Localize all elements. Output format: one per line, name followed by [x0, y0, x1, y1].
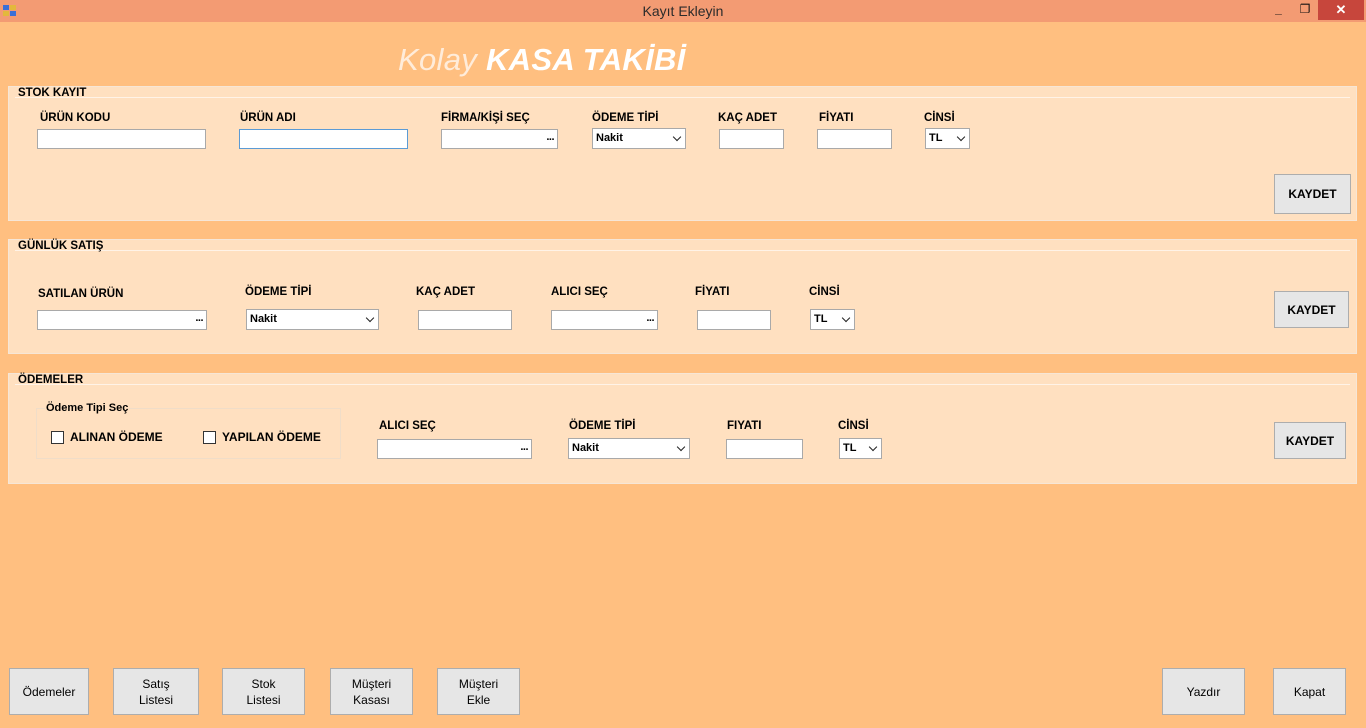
alici-sec-picker[interactable]: ... [551, 310, 658, 330]
musteri-kasasi-button[interactable]: Müşteri Kasası [330, 668, 413, 715]
odemeler-button[interactable]: Ödemeler [9, 668, 89, 715]
group-line [15, 97, 1350, 98]
chevron-down-icon [868, 442, 878, 452]
firma-kisi-picker[interactable]: ... [441, 129, 558, 149]
group-line [15, 250, 1350, 251]
urun-kodu-label: ÜRÜN KODU [40, 112, 111, 124]
chevron-down-icon [365, 313, 375, 323]
cinsi-value: TL [814, 313, 828, 325]
brand-kolay: Kolay [398, 42, 478, 77]
yapilan-odeme-checkbox[interactable]: YAPILAN ÖDEME [203, 430, 321, 444]
odeme-tipi-select[interactable]: Nakit [592, 128, 686, 149]
title-bar: Kayıt Ekleyin _ ❐ ✕ [0, 0, 1366, 22]
satis-listesi-line2: Listesi [138, 692, 173, 707]
odemeler-button-label: Ödemeler [22, 684, 76, 699]
musteri-ekle-line1: Müşteri [458, 676, 499, 691]
musteri-ekle-button[interactable]: Müşteri Ekle [437, 668, 520, 715]
close-icon[interactable]: ✕ [1318, 0, 1364, 20]
odemeler-group: ÖDEMELER Ödeme Tipi Seç ALINAN ÖDEME YAP… [8, 373, 1357, 484]
odeme-tipi-value: Nakit [596, 132, 623, 144]
chevron-down-icon [956, 132, 966, 142]
group-line [15, 384, 1350, 385]
stok-kayit-group: STOK KAYIT ÜRÜN KODU ÜRÜN ADI FİRMA/KİŞİ… [8, 86, 1357, 221]
brand-kasa-takibi: KASA TAKİBİ [485, 42, 686, 77]
checkbox-box[interactable] [203, 430, 216, 444]
picker-dots[interactable]: ... [646, 312, 654, 324]
urun-adi-input[interactable] [239, 129, 408, 149]
picker-dots[interactable]: ... [546, 131, 554, 143]
chevron-down-icon [841, 313, 851, 323]
musteri-kasasi-line2: Kasası [353, 692, 390, 707]
chevron-down-icon [676, 442, 686, 452]
fiyati-label: FİYATI [695, 286, 730, 298]
odeme-tipi-label: ÖDEME TİPİ [569, 420, 636, 432]
odeme-tipi-select[interactable]: Nakit [246, 309, 379, 330]
fiyati-label: FIYATI [727, 420, 762, 432]
cinsi-value: TL [843, 442, 857, 454]
yapilan-odeme-label: YAPILAN ÖDEME [222, 430, 321, 444]
alici-sec-label: ALICI SEÇ [551, 286, 608, 298]
odeme-tipi-value: Nakit [250, 313, 277, 325]
gunluk-satis-title: GÜNLÜK SATIŞ [18, 240, 104, 252]
satis-kaydet-button[interactable]: KAYDET [1274, 291, 1349, 328]
odeme-tipi-label: ÖDEME TİPİ [245, 286, 312, 298]
alici-sec-label: ALICI SEÇ [379, 420, 436, 432]
kac-adet-input[interactable] [418, 310, 512, 330]
stok-listesi-line2: Listesi [246, 692, 281, 707]
brand-logo: Kolay KASA TAKİBİ [398, 42, 686, 78]
odeme-tipi-label: ÖDEME TİPİ [592, 112, 659, 124]
cinsi-label: CİNSİ [924, 112, 955, 124]
yazdir-button-label: Yazdır [1186, 684, 1221, 699]
alici-sec-picker[interactable]: ... [377, 439, 532, 459]
satis-listesi-button[interactable]: Satış Listesi [113, 668, 199, 715]
alinan-odeme-checkbox[interactable]: ALINAN ÖDEME [51, 430, 163, 444]
kac-adet-label: KAÇ ADET [718, 112, 777, 124]
odemeler-title: ÖDEMELER [18, 374, 84, 386]
maximize-icon[interactable]: ❐ [1292, 0, 1318, 20]
yazdir-button[interactable]: Yazdır [1162, 668, 1245, 715]
odeme-tipi-sec-title: Ödeme Tipi Seç [45, 402, 130, 414]
cinsi-select[interactable]: TL [810, 309, 855, 330]
odeme-tipi-sec-group: Ödeme Tipi Seç ALINAN ÖDEME YAPILAN ÖDEM… [36, 402, 341, 459]
stok-kayit-title: STOK KAYIT [18, 87, 87, 99]
cinsi-select[interactable]: TL [839, 438, 882, 459]
picker-dots[interactable]: ... [195, 312, 203, 324]
kac-adet-input[interactable] [719, 129, 784, 149]
firma-kisi-label: FİRMA/KİŞİ SEÇ [441, 112, 530, 124]
chevron-down-icon [672, 132, 682, 142]
urun-adi-label: ÜRÜN ADI [240, 112, 296, 124]
window-title: Kayıt Ekleyin [642, 3, 724, 19]
cinsi-label: CİNSİ [838, 420, 869, 432]
kapat-button-label: Kapat [1293, 684, 1326, 699]
fiyati-input[interactable] [726, 439, 803, 459]
alinan-odeme-label: ALINAN ÖDEME [70, 430, 163, 444]
satilan-urun-label: SATILAN ÜRÜN [38, 288, 124, 300]
fiyati-input[interactable] [817, 129, 892, 149]
stok-listesi-line1: Stok [251, 676, 276, 691]
cinsi-label: CİNSİ [809, 286, 840, 298]
checkbox-box[interactable] [51, 430, 64, 444]
cinsi-value: TL [929, 132, 943, 144]
fiyati-label: FİYATI [819, 112, 854, 124]
gunluk-satis-group: GÜNLÜK SATIŞ SATILAN ÜRÜN ... ÖDEME TİPİ… [8, 239, 1357, 354]
minimize-icon[interactable]: _ [1265, 0, 1292, 20]
odeme-kaydet-button[interactable]: KAYDET [1274, 422, 1346, 459]
kapat-button[interactable]: Kapat [1273, 668, 1346, 715]
musteri-ekle-line2: Ekle [466, 692, 491, 707]
stok-kaydet-button[interactable]: KAYDET [1274, 174, 1351, 214]
satis-listesi-line1: Satış [142, 676, 170, 691]
odeme-tipi-select[interactable]: Nakit [568, 438, 690, 459]
fiyati-input[interactable] [697, 310, 771, 330]
kac-adet-label: KAÇ ADET [416, 286, 475, 298]
urun-kodu-input[interactable] [37, 129, 206, 149]
odeme-tipi-value: Nakit [572, 442, 599, 454]
musteri-kasasi-line1: Müşteri [351, 676, 392, 691]
picker-dots[interactable]: ... [520, 441, 528, 453]
cinsi-select[interactable]: TL [925, 128, 970, 149]
stok-listesi-button[interactable]: Stok Listesi [222, 668, 305, 715]
satilan-urun-picker[interactable]: ... [37, 310, 207, 330]
